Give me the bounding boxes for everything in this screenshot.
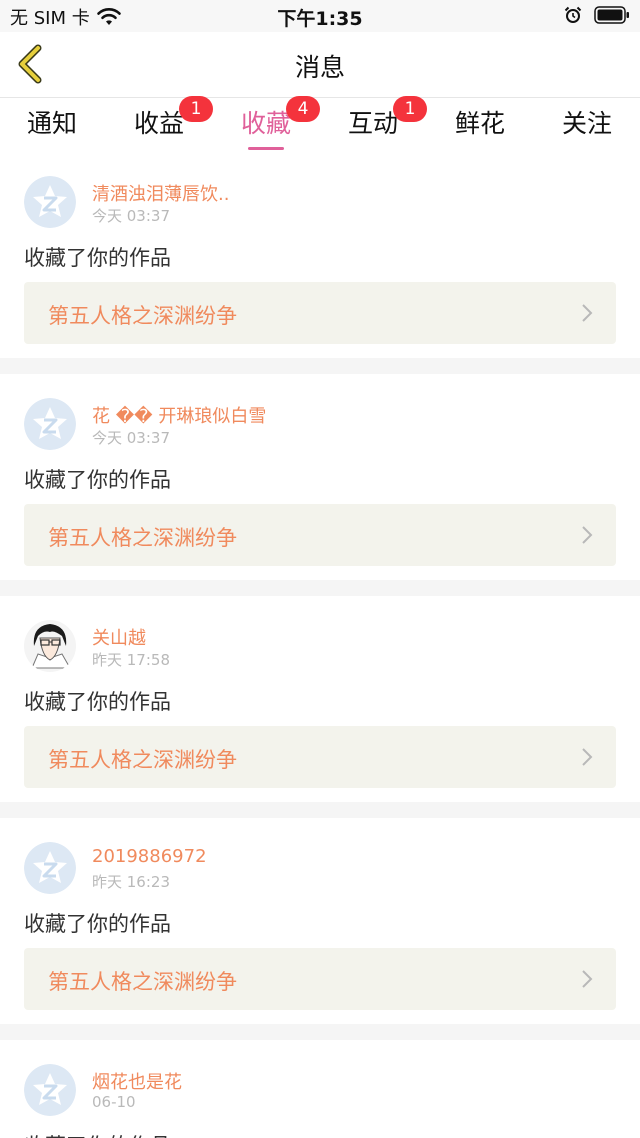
anime-avatar: [24, 620, 76, 672]
tab-label: 互动: [347, 109, 398, 138]
avatar[interactable]: [24, 620, 76, 672]
active-tab-indicator: [248, 147, 284, 150]
work-title: 第五人格之深渊纷争: [48, 304, 237, 328]
tab-notifications[interactable]: 通知: [2, 104, 102, 144]
tab-label: 鲜花: [454, 109, 505, 138]
work-link[interactable]: 第五人格之深渊纷争: [24, 504, 616, 566]
tab-label: 通知: [26, 109, 77, 138]
alarm-icon: [564, 6, 582, 23]
tab-label: 关注: [561, 109, 612, 138]
status-bar: 无 SIM 卡 下午1:35: [0, 0, 640, 32]
work-title: 第五人格之深渊纷争: [48, 748, 237, 772]
default-avatar-icon: [24, 1064, 76, 1116]
unread-badge: 4: [286, 96, 320, 122]
tab-interactions[interactable]: 互动 1: [323, 96, 427, 144]
timestamp: 昨天 17:58: [92, 651, 170, 669]
default-avatar-icon: [24, 842, 76, 894]
tab-label: 收益: [133, 109, 184, 138]
unread-badge: 1: [179, 96, 213, 122]
default-avatar-icon: [24, 176, 76, 228]
unread-badge: 1: [393, 96, 427, 122]
action-text: 收藏了你的作品: [24, 246, 171, 270]
avatar[interactable]: [24, 1064, 76, 1116]
message-card: 关山越 昨天 17:58 收藏了你的作品 第五人格之深渊纷争: [0, 596, 640, 802]
chevron-right-icon: [582, 526, 593, 544]
message-card: 2019886972 昨天 16:23 收藏了你的作品 第五人格之深渊纷争: [0, 818, 640, 1024]
chevron-right-icon: [582, 748, 593, 766]
action-text: 收藏了你的作品: [24, 690, 171, 714]
work-link[interactable]: 第五人格之深渊纷争: [24, 282, 616, 344]
tab-earnings[interactable]: 收益 1: [109, 96, 213, 144]
work-title: 第五人格之深渊纷争: [48, 526, 237, 550]
user-name[interactable]: 花 �� 开琳琅似白雪: [92, 402, 266, 428]
tab-flowers[interactable]: 鲜花: [430, 104, 530, 144]
timestamp: 06-10: [92, 1093, 136, 1111]
action-text: 收藏了你的作品: [24, 468, 171, 492]
page-title: 消息: [294, 53, 345, 82]
work-title: 第五人格之深渊纷争: [48, 970, 237, 994]
status-time: 下午1:35: [277, 8, 363, 30]
timestamp: 今天 03:37: [92, 429, 170, 447]
timestamp: 今天 03:37: [92, 207, 170, 225]
timestamp: 昨天 16:23: [92, 873, 170, 891]
tab-bar: 通知 收益 1 收藏 4 互动 1 鲜花 关注: [0, 96, 640, 152]
message-card: 花 �� 开琳琅似白雪 今天 03:37 收藏了你的作品 第五人格之深渊纷争: [0, 374, 640, 580]
battery-icon: [594, 6, 629, 24]
work-link[interactable]: 第五人格之深渊纷争: [24, 726, 616, 788]
user-name[interactable]: 关山越: [92, 624, 146, 650]
user-name[interactable]: 清酒浊泪薄唇饮..: [92, 180, 229, 206]
message-card: 清酒浊泪薄唇饮.. 今天 03:37 收藏了你的作品 第五人格之深渊纷争: [0, 152, 640, 358]
avatar[interactable]: [24, 398, 76, 450]
user-name[interactable]: 2019886972: [92, 846, 207, 867]
action-text: 收藏了你的作品: [24, 1130, 171, 1138]
tab-label: 收藏: [240, 109, 291, 138]
user-name[interactable]: 烟花也是花: [92, 1068, 182, 1094]
avatar[interactable]: [24, 842, 76, 894]
chevron-right-icon: [582, 970, 593, 988]
action-text: 收藏了你的作品: [24, 912, 171, 936]
message-card: 烟花也是花 06-10 收藏了你的作品: [0, 1040, 640, 1138]
chevron-right-icon: [582, 304, 593, 322]
tab-favorites[interactable]: 收藏 4: [216, 96, 320, 150]
status-right: [564, 6, 630, 24]
tab-follows[interactable]: 关注: [537, 104, 637, 144]
default-avatar-icon: [24, 398, 76, 450]
nav-bar: 消息: [0, 32, 640, 98]
work-link[interactable]: 第五人格之深渊纷争: [24, 948, 616, 1010]
avatar[interactable]: [24, 176, 76, 228]
